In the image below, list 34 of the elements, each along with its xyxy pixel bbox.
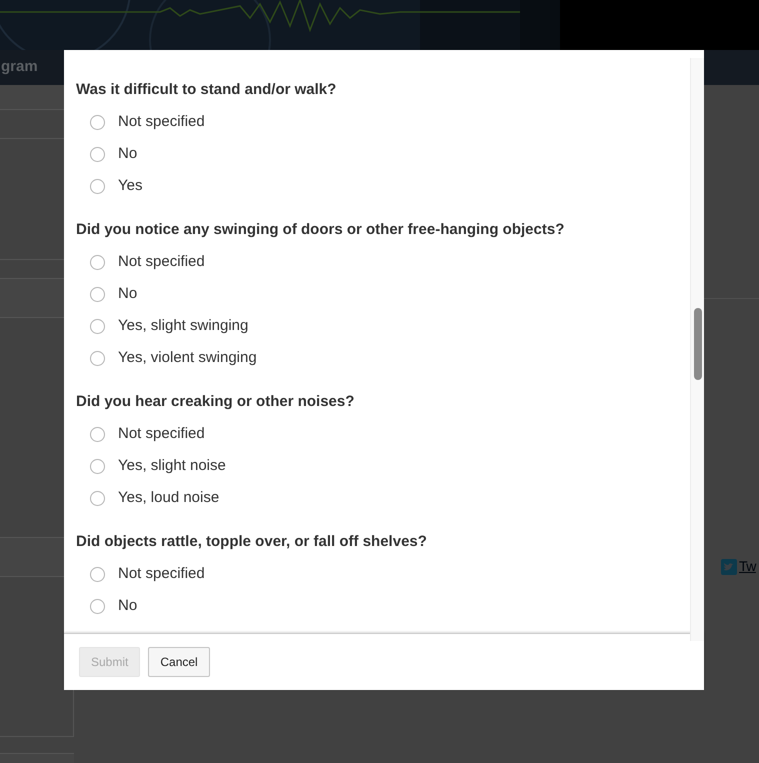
option-label[interactable]: Not specified [118, 110, 205, 134]
option-label[interactable]: Yes, loud noise [118, 486, 220, 510]
option-label[interactable]: Not specified [118, 562, 205, 586]
radio-button[interactable] [90, 146, 105, 162]
radio-button[interactable] [90, 458, 105, 474]
question-title: Did you notice any swinging of doors or other free-hanging objects? [76, 220, 566, 240]
question-title: Did you hear creaking or other noises? [76, 392, 356, 412]
scrollbar-thumb[interactable] [694, 308, 702, 380]
radio-button[interactable] [90, 490, 105, 506]
option-label[interactable]: Not specified [118, 250, 205, 274]
radio-button[interactable] [90, 114, 105, 130]
page-panel [0, 537, 64, 577]
question-title: Did objects rattle, topple over, or fall off shelves? [76, 532, 428, 552]
option-label[interactable]: No [118, 282, 138, 306]
option-label[interactable]: Yes, slight noise [118, 454, 226, 478]
radio-button[interactable] [90, 178, 105, 194]
cancel-button[interactable]: Cancel [148, 647, 210, 677]
option-label[interactable]: Yes, slight swinging [118, 314, 248, 338]
radio-button[interactable] [90, 318, 105, 334]
radio-button[interactable] [90, 254, 105, 270]
radio-button[interactable] [90, 350, 105, 366]
page-panel [0, 85, 64, 110]
radio-button[interactable] [90, 286, 105, 302]
option-label[interactable]: No [118, 142, 138, 166]
option-label[interactable]: Yes [118, 174, 142, 198]
option-label[interactable]: No [118, 594, 138, 618]
option-label[interactable]: Yes, violent swinging [118, 346, 257, 370]
option-label[interactable]: Not specified [118, 422, 205, 446]
radio-button[interactable] [90, 426, 105, 442]
question-title: Was it difficult to stand and/or walk? [76, 80, 338, 100]
radio-button[interactable] [90, 566, 105, 582]
bird-icon [721, 558, 737, 574]
radio-button[interactable] [90, 598, 105, 614]
page-panel [0, 278, 64, 318]
